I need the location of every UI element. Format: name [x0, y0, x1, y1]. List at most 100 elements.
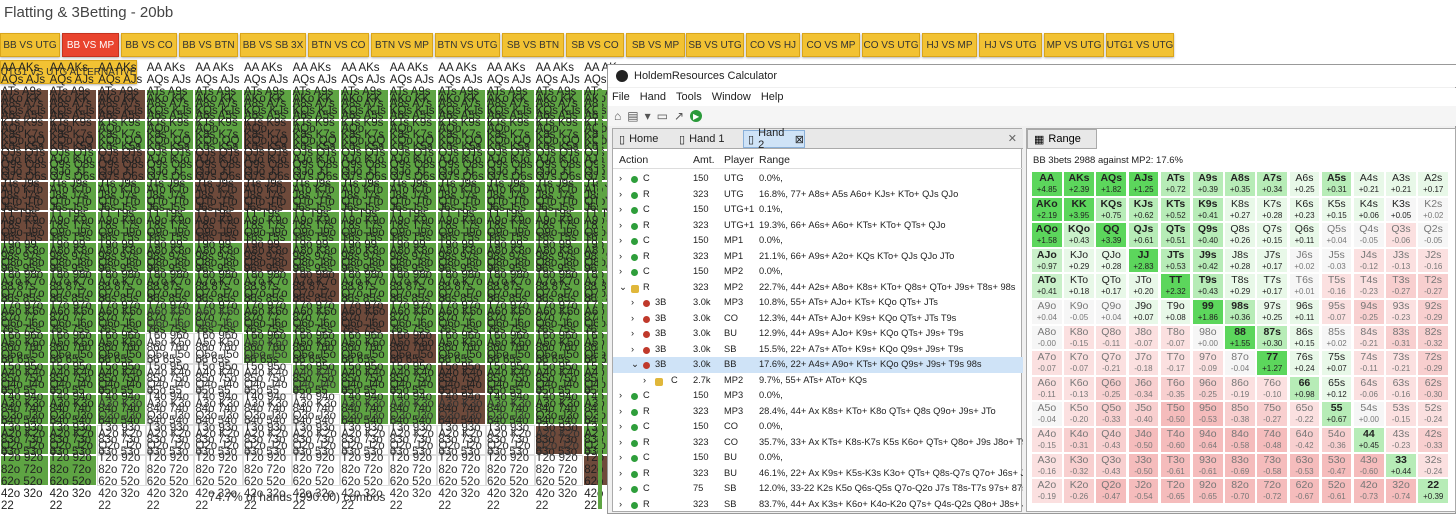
- equity-cell-42o[interactable]: 42o -0.73: [1353, 478, 1385, 504]
- equity-cell-t5o[interactable]: T5o -0.50: [1159, 401, 1192, 427]
- equity-cell-99[interactable]: 99 +1.86: [1192, 299, 1224, 325]
- equity-cell-k9o[interactable]: K9o -0.05: [1063, 299, 1095, 325]
- equity-cell-93s[interactable]: 93s -0.23: [1385, 299, 1417, 325]
- equity-cell-54s[interactable]: 54s +0.00: [1353, 401, 1385, 427]
- range-cell-k2o[interactable]: A2o K2o Q2o J2o T2o 92o 82o 72o 62o 52o …: [48, 428, 98, 512]
- equity-cell-87o[interactable]: 87o -0.04: [1224, 350, 1256, 376]
- equity-cell-96s[interactable]: 96s +0.11: [1288, 299, 1321, 325]
- equity-cell-a7s[interactable]: A7s +0.34: [1256, 171, 1289, 197]
- equity-cell-j2s[interactable]: J2s -0.16: [1417, 247, 1450, 274]
- chevron-icon[interactable]: ›: [619, 220, 622, 230]
- action-row[interactable]: ⌄ R 323 MP2 22.7%, 44+ A2s+ A8o+ K8s+ KTo+ Q…: [613, 280, 1023, 296]
- equity-cell-q6o[interactable]: Q6o -0.25: [1095, 375, 1128, 402]
- equity-cell-j8o[interactable]: J8o -0.07: [1127, 324, 1160, 351]
- equity-cell-qts[interactable]: QTs +0.51: [1159, 222, 1192, 248]
- open-icon[interactable]: ▾: [645, 109, 651, 123]
- chevron-icon[interactable]: ›: [631, 313, 634, 323]
- equity-cell-94o[interactable]: 94o -0.64: [1192, 427, 1224, 453]
- equity-cell-k3s[interactable]: K3s +0.05: [1385, 196, 1417, 223]
- action-row[interactable]: › R 323 SB 83.7%, 44+ Ax K3s+ K6o+ K4o-K2o Q…: [613, 497, 1023, 513]
- equity-cell-j5s[interactable]: J5s -0.03: [1320, 247, 1353, 274]
- equity-cell-75o[interactable]: 75o -0.27: [1256, 401, 1289, 427]
- tab-bb-vs-co[interactable]: BB VS CO: [121, 33, 177, 57]
- equity-cell-98o[interactable]: 98o +0.00: [1192, 324, 1224, 351]
- tab-btn-vs-utg[interactable]: BTN VS UTG: [435, 33, 500, 57]
- equity-cell-42s[interactable]: 42s -0.33: [1417, 427, 1450, 453]
- equity-cell-q3s[interactable]: Q3s -0.06: [1385, 222, 1417, 248]
- equity-cell-q5o[interactable]: Q5o -0.33: [1095, 401, 1128, 427]
- chevron-icon[interactable]: ›: [619, 483, 622, 493]
- tab-bb-vs-mp[interactable]: BB VS MP: [62, 33, 119, 57]
- tab-bb-vs-utg[interactable]: BB VS UTG: [0, 33, 60, 57]
- equity-cell-j5o[interactable]: J5o -0.40: [1127, 401, 1160, 427]
- equity-cell-62s[interactable]: 62s -0.30: [1417, 375, 1450, 402]
- chevron-icon[interactable]: ›: [631, 328, 634, 338]
- action-row[interactable]: › R 323 MP3 28.4%, 44+ Ax K8s+ KTo+ K8o QTs+…: [613, 404, 1023, 420]
- equity-cell-t8o[interactable]: T8o -0.07: [1159, 324, 1192, 351]
- equity-cell-j6s[interactable]: J6s +0.02: [1288, 247, 1321, 274]
- equity-cell-97s[interactable]: 97s +0.25: [1256, 299, 1289, 325]
- action-row[interactable]: › C 75 SB 12.0%, 33-22 K2s K5o Q6s-Q5s Q7o-Q…: [613, 481, 1023, 497]
- equity-cell-62o[interactable]: 62o -0.67: [1288, 478, 1321, 504]
- chevron-icon[interactable]: ›: [631, 297, 634, 307]
- equity-cell-a5o[interactable]: A5o -0.04: [1031, 401, 1063, 427]
- equity-cell-86s[interactable]: 86s +0.15: [1288, 324, 1321, 351]
- equity-cell-a9s[interactable]: A9s +0.39: [1192, 171, 1224, 197]
- equity-cell-33[interactable]: 33 +0.44: [1385, 452, 1417, 479]
- equity-cell-k6s[interactable]: K6s +0.23: [1288, 196, 1321, 223]
- equity-cell-85s[interactable]: 85s +0.02: [1320, 324, 1353, 351]
- equity-cell-q8o[interactable]: Q8o -0.11: [1095, 324, 1128, 351]
- equity-cell-52s[interactable]: 52s -0.24: [1417, 401, 1450, 427]
- equity-cell-jts[interactable]: JTs +0.53: [1159, 247, 1192, 274]
- equity-cell-92s[interactable]: 92s -0.29: [1417, 299, 1450, 325]
- equity-cell-j3o[interactable]: J3o -0.50: [1127, 452, 1160, 479]
- equity-cell-88[interactable]: 88 +1.55: [1224, 324, 1256, 351]
- equity-cell-t2o[interactable]: T2o -0.65: [1159, 478, 1192, 504]
- equity-cell-q5s[interactable]: Q5s +0.04: [1320, 222, 1353, 248]
- home-icon[interactable]: ⌂: [614, 109, 621, 123]
- action-row[interactable]: › R 323 MP1 21.1%, 66+ A9s+ A2o+ KQs KTo+ QJ…: [613, 249, 1023, 265]
- tab-utg1-vs-utg[interactable]: UTG1 VS UTG: [1106, 33, 1174, 57]
- equity-cell-83s[interactable]: 83s -0.31: [1385, 324, 1417, 351]
- equity-cell-a2s[interactable]: A2s +0.17: [1417, 171, 1450, 197]
- equity-cell-22[interactable]: 22 +0.39: [1417, 478, 1450, 504]
- equity-cell-43s[interactable]: 43s -0.23: [1385, 427, 1417, 453]
- equity-cell-t3s[interactable]: T3s -0.27: [1385, 273, 1417, 299]
- equity-cell-73s[interactable]: 73s -0.21: [1385, 350, 1417, 376]
- action-row[interactable]: › C 150 MP1 0.0%,: [613, 233, 1023, 249]
- range-cell-52o[interactable]: A2o K2o Q2o J2o T2o 92o 82o 72o 62o 52o …: [437, 428, 486, 512]
- tab-co-vs-hj[interactable]: CO VS HJ: [746, 33, 800, 57]
- equity-cell-q4s[interactable]: Q4s -0.05: [1353, 222, 1385, 248]
- equity-cell-j9o[interactable]: J9o +0.07: [1127, 299, 1160, 325]
- chevron-icon[interactable]: ›: [619, 266, 622, 276]
- equity-cell-92o[interactable]: 92o -0.65: [1192, 478, 1224, 504]
- equity-cell-k4o[interactable]: K4o -0.31: [1063, 427, 1095, 453]
- chevron-icon[interactable]: ›: [619, 421, 622, 431]
- equity-cell-87s[interactable]: 87s +0.30: [1256, 324, 1289, 351]
- equity-cell-qjo[interactable]: QJo +0.28: [1095, 247, 1128, 274]
- equity-cell-95o[interactable]: 95o -0.53: [1192, 401, 1224, 427]
- equity-cell-k3o[interactable]: K3o -0.32: [1063, 452, 1095, 479]
- equity-cell-84o[interactable]: 84o -0.58: [1224, 427, 1256, 453]
- equity-cell-ats[interactable]: ATs +0.72: [1159, 171, 1192, 197]
- tab-sb-vs-co[interactable]: SB VS CO: [566, 33, 624, 57]
- chevron-icon[interactable]: ⌄: [619, 282, 627, 293]
- range-cell-t2o[interactable]: A2o K2o Q2o J2o T2o 92o 82o 72o 62o 52o …: [194, 428, 243, 512]
- equity-cell-aqo[interactable]: AQo +1.58: [1031, 222, 1063, 248]
- equity-cell-t3o[interactable]: T3o -0.61: [1159, 452, 1192, 479]
- equity-cell-66[interactable]: 66 +0.98: [1288, 375, 1321, 402]
- tab-bb-vs-btn[interactable]: BB VS BTN: [179, 33, 238, 57]
- panel-close-icon[interactable]: ✕: [1008, 132, 1017, 145]
- equity-cell-74o[interactable]: 74o -0.48: [1256, 427, 1289, 453]
- equity-cell-kqs[interactable]: KQs +0.75: [1095, 196, 1128, 223]
- equity-cell-aqs[interactable]: AQs +1.82: [1095, 171, 1128, 197]
- equity-cell-ako[interactable]: AKo +2.19: [1031, 196, 1063, 223]
- equity-cell-j7s[interactable]: J7s +0.17: [1256, 247, 1289, 274]
- export-icon[interactable]: ↗: [674, 109, 684, 123]
- equity-cell-ajs[interactable]: AJs +1.25: [1127, 171, 1160, 197]
- equity-cell-t5s[interactable]: T5s -0.16: [1320, 273, 1353, 299]
- equity-cell-72s[interactable]: 72s -0.29: [1417, 350, 1450, 376]
- tab-bb-vs-sb-3x[interactable]: BB VS SB 3X: [240, 33, 306, 57]
- action-row[interactable]: › 3B 3.0k MP3 10.8%, 55+ ATs+ AJo+ KTs+ KQo …: [613, 295, 1023, 311]
- equity-cell-44[interactable]: 44 +0.45: [1353, 427, 1385, 453]
